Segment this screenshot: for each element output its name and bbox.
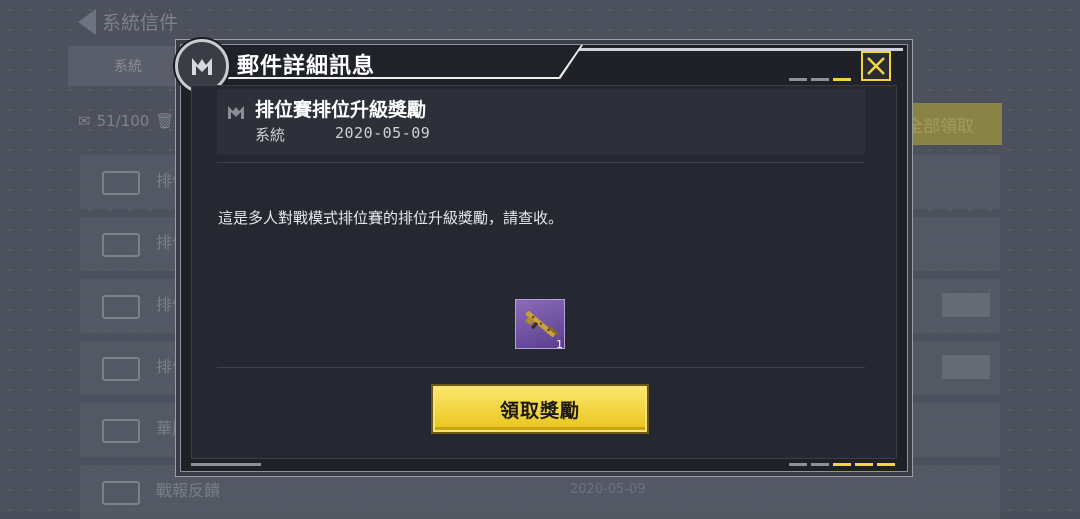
list-footer-date: 2020-05-09 xyxy=(570,482,646,497)
list-item-button[interactable] xyxy=(942,293,990,317)
corner-dashes-icon xyxy=(789,78,851,81)
list-item[interactable]: 戰報反饋 xyxy=(80,465,1000,519)
mail-icon xyxy=(102,419,140,443)
mail-detail-dialog: 郵件詳細訊息 排位賽排位升級獎勵 系統 2020-05-09 這是多人對戰模式排… xyxy=(175,39,908,472)
corner-dashes-icon xyxy=(789,463,895,466)
list-item-button[interactable] xyxy=(942,355,990,379)
system-mail-icon xyxy=(228,106,244,119)
mail-body-text: 這是多人對戰模式排位賽的排位升級獎勵，請查收。 xyxy=(218,209,564,227)
close-icon xyxy=(867,57,885,75)
mail-count-value: 51/100 xyxy=(96,112,150,130)
trash-icon[interactable]: 🗑 xyxy=(155,112,174,130)
tab-system[interactable]: 系統 xyxy=(68,46,188,86)
divider xyxy=(217,367,865,368)
mail-icon xyxy=(102,233,140,257)
inbox-header: 系統信件 xyxy=(78,8,178,35)
mail-sender: 系統 xyxy=(255,126,286,144)
title-strip xyxy=(573,48,903,51)
divider xyxy=(217,162,865,163)
reward-item[interactable]: 1 xyxy=(515,299,565,351)
reward-quantity: 1 xyxy=(556,338,563,351)
mail-icon xyxy=(102,171,140,195)
bottom-notch xyxy=(191,463,261,466)
inbox-title: 系統信件 xyxy=(102,12,179,34)
list-item-title: 戰報反饋 xyxy=(156,481,221,500)
close-button[interactable] xyxy=(861,51,891,81)
dialog-title: 郵件詳細訊息 xyxy=(237,54,376,79)
mail-subject: 排位賽排位升級獎勵 xyxy=(255,99,427,121)
mail-date: 2020-05-09 xyxy=(335,124,431,142)
mail-icon xyxy=(102,481,140,505)
mail-count-icon: ✉ xyxy=(78,112,91,130)
mail-count: ✉ 51/100 🗑 xyxy=(78,112,174,130)
claim-reward-button[interactable]: 領取獎勵 xyxy=(433,386,647,432)
mail-icon xyxy=(102,357,140,381)
mail-icon xyxy=(102,295,140,319)
back-arrow-icon[interactable] xyxy=(78,8,96,35)
mail-header: 排位賽排位升級獎勵 系統 2020-05-09 xyxy=(217,89,865,155)
